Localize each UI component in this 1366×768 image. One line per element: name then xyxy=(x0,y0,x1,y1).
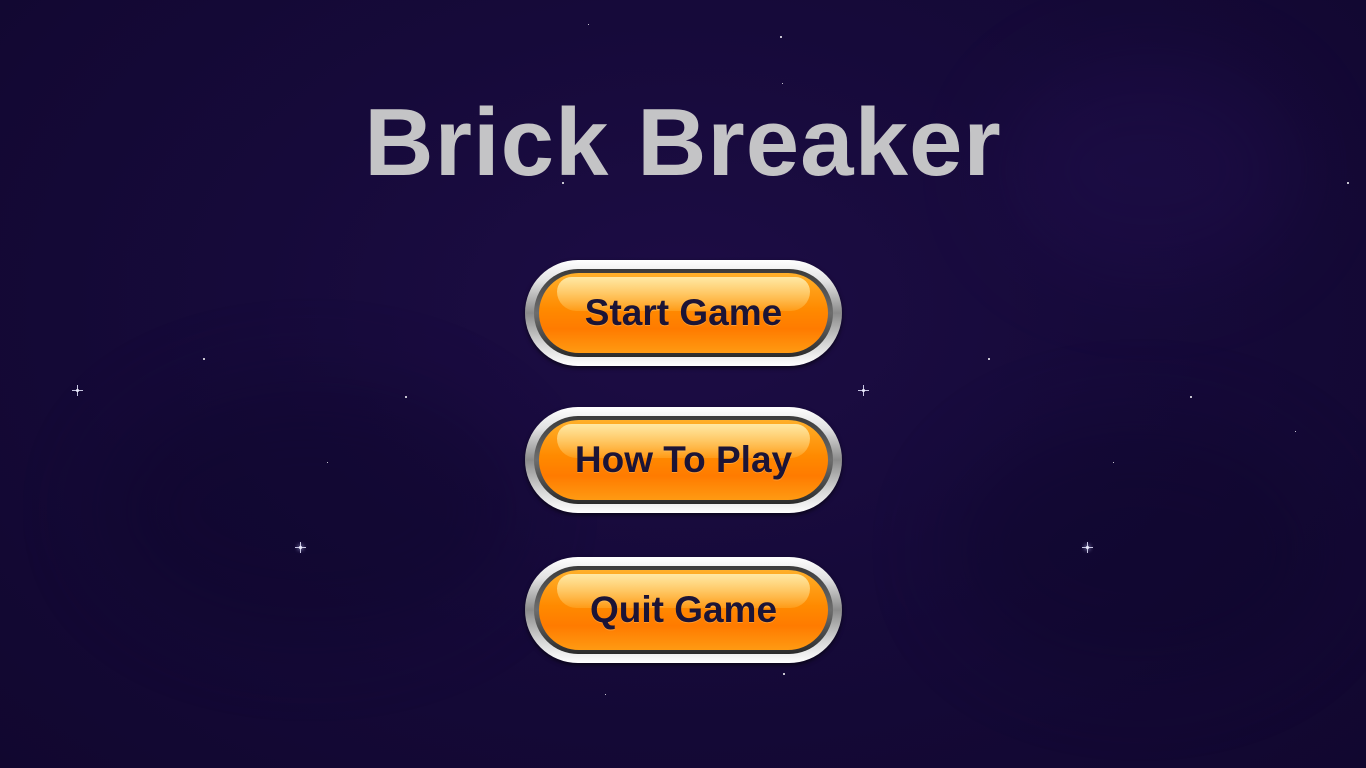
quit-game-label: Quit Game xyxy=(589,589,778,630)
star xyxy=(327,462,328,463)
start-game-button[interactable]: Start Game xyxy=(525,260,842,366)
star xyxy=(858,385,869,396)
nebula-cloud xyxy=(100,380,520,640)
nebula-cloud xyxy=(950,420,1330,680)
star xyxy=(588,24,589,25)
star xyxy=(988,358,990,360)
star xyxy=(780,36,782,38)
quit-game-button[interactable]: Quit Game xyxy=(525,557,842,663)
star xyxy=(605,694,606,695)
star xyxy=(295,542,306,553)
star xyxy=(1113,462,1114,463)
star xyxy=(1295,431,1296,432)
game-title: Brick Breaker xyxy=(364,89,1002,196)
star xyxy=(782,83,783,84)
star xyxy=(783,673,785,675)
how-to-play-button[interactable]: How To Play xyxy=(525,407,842,513)
start-game-label: Start Game xyxy=(584,292,783,333)
star xyxy=(405,396,407,398)
star xyxy=(1190,396,1192,398)
star xyxy=(72,385,83,396)
how-to-play-label: How To Play xyxy=(574,439,793,480)
star xyxy=(1082,542,1093,553)
main-menu-screen: Brick Breaker Start Game How To Play Qui… xyxy=(0,0,1366,768)
star xyxy=(203,358,205,360)
